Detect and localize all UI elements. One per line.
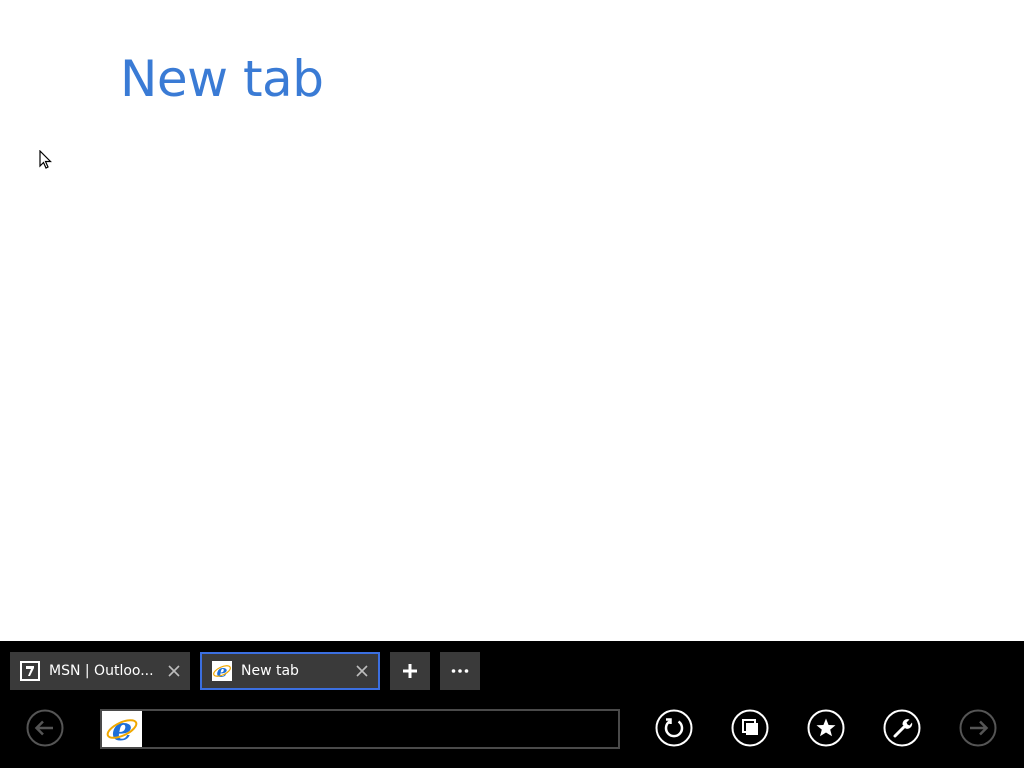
refresh-icon [655,709,693,747]
pin-site-button[interactable] [731,709,769,747]
tab-label: New tab [241,663,299,679]
svg-text:e: e [217,662,228,681]
ellipsis-icon [451,669,469,673]
tab-label: MSN | Outloo... [49,663,154,679]
back-button[interactable] [26,709,64,747]
svg-text:e: e [112,712,132,746]
close-icon[interactable] [352,661,372,681]
wrench-icon [883,709,921,747]
back-arrow-icon [26,709,64,747]
ie-icon: e [212,661,232,681]
mouse-cursor-icon [39,150,52,169]
refresh-button[interactable] [655,709,693,747]
new-tab-button[interactable] [390,652,430,690]
close-icon[interactable] [164,661,184,681]
tabs-icon [731,709,769,747]
star-icon [807,709,845,747]
tab-tools-button[interactable] [440,652,480,690]
app-bar: MSN | Outloo... e New tab e [0,641,1024,768]
favorites-button[interactable] [807,709,845,747]
plus-icon [403,664,417,678]
address-input[interactable] [144,711,616,747]
page-title: New tab [120,50,324,108]
tab-msn-outlook[interactable]: MSN | Outloo... [10,652,190,690]
address-bar: e [100,709,620,749]
page-tools-button[interactable] [883,709,921,747]
forward-arrow-icon [959,709,997,747]
outlook-icon [20,661,40,681]
ie-logo-icon: e [102,711,142,747]
forward-button[interactable] [959,709,997,747]
tab-new-tab[interactable]: e New tab [200,652,380,690]
